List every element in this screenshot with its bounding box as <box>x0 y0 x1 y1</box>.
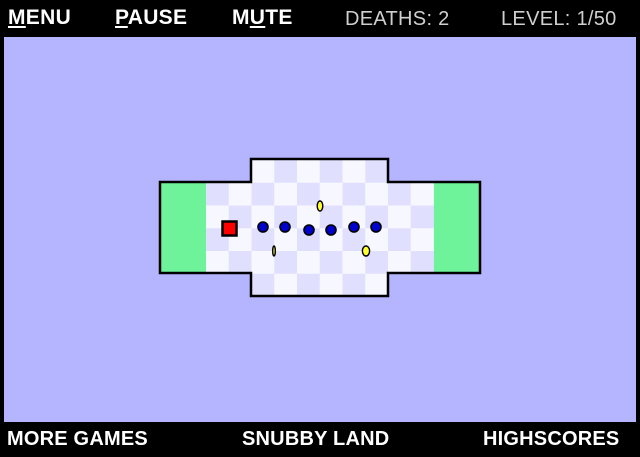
menu-label: ENU <box>25 6 72 29</box>
enemy-dot <box>257 221 269 233</box>
floor-tile <box>342 251 366 275</box>
coin <box>272 245 277 257</box>
enemy-dot <box>325 224 337 236</box>
coin <box>361 245 371 257</box>
start-safe-zone <box>161 183 206 273</box>
top-menu-bar: MENU PAUSE MUTE DEATHS: 2 LEVEL: 1/50 <box>0 0 640 37</box>
pause-label: AUSE <box>127 6 188 29</box>
goal-safe-zone <box>434 183 480 273</box>
floor-tile <box>251 273 275 297</box>
floor-tile <box>342 273 366 297</box>
floor-tile <box>388 228 412 252</box>
floor-tile <box>251 160 275 184</box>
enemy-dot <box>303 224 315 236</box>
floor-tile <box>319 251 343 275</box>
floor-tile <box>388 251 412 275</box>
floor-tile <box>297 182 321 206</box>
menu-hotkey: M <box>8 6 26 29</box>
enemy-dot <box>348 221 360 233</box>
enemy-dot <box>279 221 291 233</box>
floor-tile <box>388 205 412 229</box>
mute-button[interactable]: MUTE <box>232 6 293 30</box>
floor-tile <box>342 160 366 184</box>
floor-tile <box>228 182 252 206</box>
floor-tile <box>342 182 366 206</box>
mute-hotkey: U <box>249 6 266 29</box>
highscores-link[interactable]: HIGHSCORES <box>483 427 619 451</box>
floor-tile <box>206 182 230 206</box>
bottom-menu-bar: MORE GAMES SNUBBY LAND HIGHSCORES <box>0 422 640 457</box>
floor-tile <box>274 182 298 206</box>
menu-button[interactable]: MENU <box>8 6 71 30</box>
floor-tile <box>228 251 252 275</box>
floor-tile <box>410 251 434 275</box>
floor-tile <box>274 160 298 184</box>
player-square <box>221 220 238 237</box>
pause-button[interactable]: PAUSE <box>115 6 187 30</box>
mute-label-start: M <box>232 6 250 29</box>
floor-tile <box>365 182 389 206</box>
floor-tile <box>410 205 434 229</box>
floor-tile <box>365 160 389 184</box>
floor-tile <box>410 182 434 206</box>
floor-tile <box>297 251 321 275</box>
floor-tile <box>319 160 343 184</box>
floor-tile <box>274 273 298 297</box>
floor-tile <box>365 273 389 297</box>
floor-tile <box>388 182 412 206</box>
floor-tile <box>319 273 343 297</box>
floor-tile <box>251 251 275 275</box>
floor-tile <box>319 182 343 206</box>
floor-tile <box>251 182 275 206</box>
coin <box>316 200 324 212</box>
game-board[interactable] <box>4 37 636 422</box>
floor-tile <box>297 160 321 184</box>
floor-tile <box>410 228 434 252</box>
enemy-dot <box>370 221 382 233</box>
level-indicator: LEVEL: 1/50 <box>501 8 617 30</box>
mute-label-end: TE <box>265 6 293 29</box>
floor-tile <box>297 273 321 297</box>
more-games-link[interactable]: MORE GAMES <box>7 427 148 451</box>
deaths-counter: DEATHS: 2 <box>345 8 450 30</box>
game-playfield[interactable] <box>4 37 636 422</box>
floor-tile <box>206 251 230 275</box>
floor-tile <box>274 251 298 275</box>
pause-hotkey: P <box>115 6 128 29</box>
sponsor-link[interactable]: SNUBBY LAND <box>242 427 389 451</box>
